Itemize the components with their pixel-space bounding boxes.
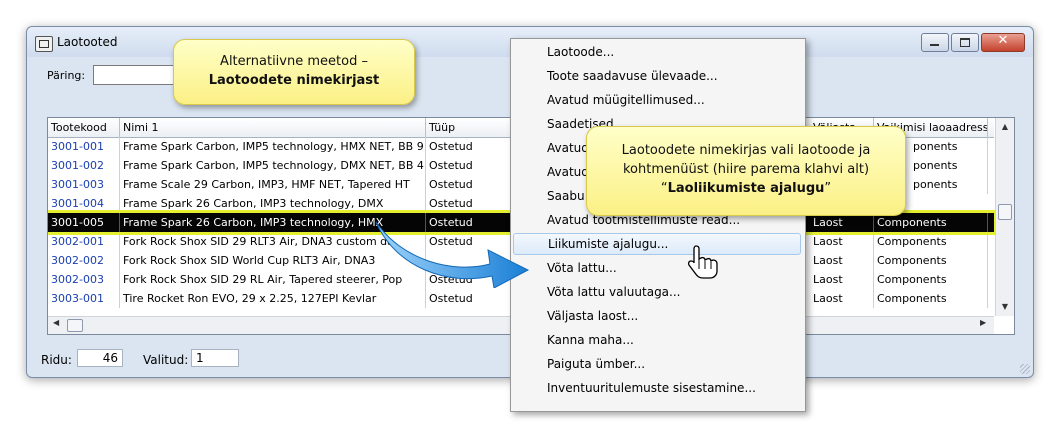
row-code[interactable]: 3001-004 (48, 194, 120, 213)
selected-count-value: 1 (191, 349, 239, 367)
close-button[interactable]: ✕ (981, 33, 1025, 52)
row-address: Components (874, 251, 988, 270)
row-issue: Laost (810, 289, 874, 308)
callout2-highlight: Laoliikumiste ajalugu (667, 181, 825, 196)
row-code[interactable]: 3003-001 (48, 289, 120, 308)
row-code[interactable]: 3001-001 (48, 137, 120, 156)
row-code[interactable]: 3002-003 (48, 270, 120, 289)
column-header-type[interactable]: Tüüp (426, 118, 516, 137)
rows-count-value: 46 (77, 349, 123, 367)
maximize-button[interactable] (951, 33, 979, 52)
close-icon: ✕ (997, 33, 1009, 48)
vertical-scroll-thumb[interactable] (998, 204, 1012, 220)
minimize-icon (930, 44, 939, 46)
callout1-line1: Alternatiivne meetod – (220, 54, 368, 69)
row-name: Frame Spark 26 Carbon, IMP3 technology, … (120, 194, 426, 213)
menu-item-receive-currency[interactable]: Võta lattu valuutaga... (513, 281, 801, 303)
row-issue: Laost (810, 232, 874, 251)
row-code[interactable]: 3001-003 (48, 175, 120, 194)
row-address: Components (874, 270, 988, 289)
app-icon (35, 36, 53, 52)
row-name: Frame Spark Carbon, IMP5 technology, HMX… (120, 137, 426, 156)
callout1-line2: Laotoodete nimekirjast (208, 73, 380, 88)
row-issue: Laost (810, 251, 874, 270)
row-address-fragment: ponents (910, 137, 988, 156)
scroll-right-icon[interactable]: ▶ (980, 318, 986, 327)
menu-item-availability[interactable]: Toote saadavuse ülevaade... (513, 65, 801, 87)
callout2-line1: Laotoodete nimekirjas vali laotoode ja (621, 143, 871, 158)
row-code[interactable]: 3001-002 (48, 156, 120, 175)
resize-grip-icon[interactable] (1020, 364, 1030, 374)
horizontal-scroll-thumb[interactable] (67, 319, 83, 332)
menu-item-sales-orders[interactable]: Avatud müügitellimused... (513, 89, 801, 111)
callout2-quote-close: ” (824, 181, 832, 196)
vertical-scrollbar[interactable]: ▲ ▼ (995, 118, 1014, 316)
column-header-code[interactable]: Tootekood (48, 118, 120, 137)
callout2-line2: kohtmenüüst (hiire parema klahvi alt) (622, 162, 870, 177)
menu-item-relocate[interactable]: Paiguta ümber... (513, 353, 801, 375)
menu-item-receive[interactable]: Võta lattu... (513, 257, 801, 279)
row-type: Ostetud (426, 137, 516, 156)
column-header-name[interactable]: Nimi 1 (120, 118, 426, 137)
row-code[interactable]: 3001-005 (48, 213, 120, 232)
row-name: Frame Spark Carbon, IMP5 technology, DMX… (120, 156, 426, 175)
window-controls: ✕ (921, 33, 1025, 52)
curved-arrow-icon (375, 221, 530, 288)
row-address-fragment: ponents (910, 175, 988, 194)
selected-count-label: Valitud: (143, 353, 189, 367)
row-name: Frame Scale 29 Carbon, IMP3, HMF NET, Ta… (120, 175, 426, 194)
row-address: Components (874, 232, 988, 251)
scroll-up-icon[interactable]: ▲ (996, 122, 1014, 131)
menu-item-write-off[interactable]: Kanna maha... (513, 329, 801, 351)
maximize-icon (960, 38, 970, 47)
row-type: Ostetud (426, 175, 516, 194)
scroll-left-icon[interactable]: ◀ (53, 318, 59, 327)
row-type: Ostetud (426, 289, 516, 308)
callout-instructions: Laotoodete nimekirjas vali laotoode ja k… (586, 126, 906, 216)
minimize-button[interactable] (921, 33, 949, 52)
callout-alternative-method: Alternatiivne meetod – Laotoodete nimeki… (173, 39, 415, 105)
row-name: Tire Rocket Ron EVO, 29 x 2.25, 127EPI K… (120, 289, 426, 308)
row-code[interactable]: 3002-002 (48, 251, 120, 270)
window-title: Laotooted (57, 35, 118, 49)
rows-count-label: Ridu: (41, 353, 72, 367)
menu-item-issue[interactable]: Väljasta laost... (513, 305, 801, 327)
row-address: Components (874, 289, 988, 308)
row-code[interactable]: 3002-001 (48, 232, 120, 251)
query-label: Päring: (47, 69, 86, 82)
menu-item-movement-history[interactable]: Liikumiste ajalugu... (513, 233, 801, 255)
menu-item-inventory[interactable]: Inventuuritulemuste sisestamine... (513, 377, 801, 399)
row-address-fragment: ponents (910, 156, 988, 175)
scroll-down-icon[interactable]: ▼ (996, 302, 1014, 311)
callout2-line3: “Laoliikumiste ajalugu” (587, 179, 905, 198)
menu-item-laotoode[interactable]: Laotoode... (513, 41, 801, 63)
row-issue: Laost (810, 270, 874, 289)
hand-pointer-icon (687, 245, 718, 279)
callout2-quote-open: “ (660, 181, 668, 196)
context-menu: Laotoode... Toote saadavuse ülevaade... … (510, 38, 806, 412)
row-type: Ostetud (426, 194, 516, 213)
row-type: Ostetud (426, 156, 516, 175)
